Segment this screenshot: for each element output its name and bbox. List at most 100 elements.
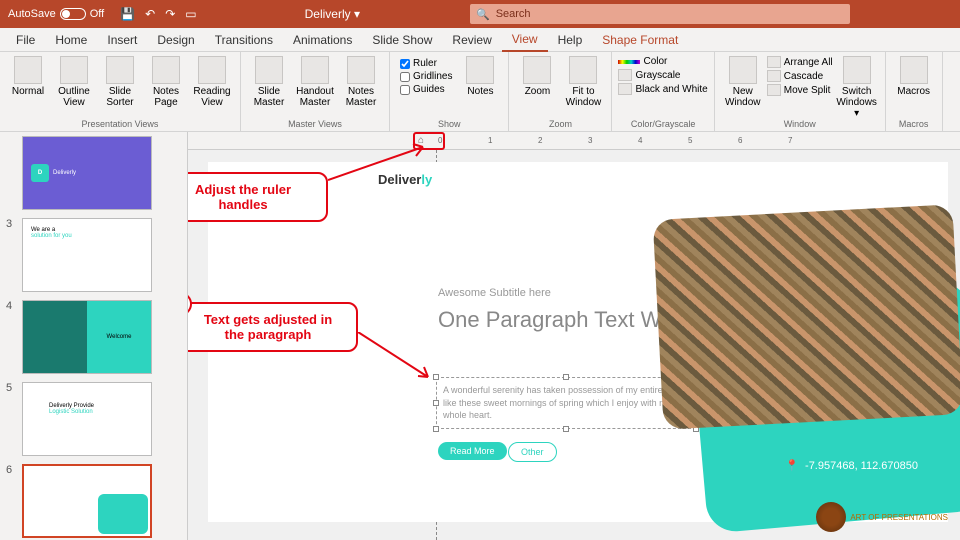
slide-sorter-button[interactable]: Slide Sorter [98,56,142,108]
tab-insert[interactable]: Insert [97,29,147,51]
handout-icon [301,56,329,84]
color-icon [618,60,640,64]
tab-slideshow[interactable]: Slide Show [362,29,442,51]
slide-subtitle[interactable]: Awesome Subtitle here [438,287,551,299]
group-presentation-views: Normal Outline View Slide Sorter Notes P… [0,52,241,131]
tab-shape-format[interactable]: Shape Format [592,29,688,51]
thumb-2[interactable]: DDeliverly [6,136,164,210]
read-more-button[interactable]: Read More [438,442,507,460]
group-label: Color/Grayscale [631,119,696,129]
callout-2: 2 Text gets adjusted in the paragraph [188,302,358,352]
move-split-button[interactable]: Move Split [767,84,833,96]
thumb-6[interactable]: 6 [6,464,164,538]
search-placeholder: Search [496,8,531,20]
group-label: Window [784,119,816,129]
undo-icon[interactable]: ↶ [145,7,155,21]
textbox-body: A wonderful serenity has taken possessio… [443,385,684,420]
reading-view-button[interactable]: Reading View [190,56,234,108]
handout-master-button[interactable]: Handout Master [293,56,337,108]
arrange-all-button[interactable]: Arrange All [767,56,833,68]
tab-review[interactable]: Review [442,29,501,51]
redo-icon[interactable]: ↷ [165,7,175,21]
horizontal-ruler[interactable]: 0 1 2 3 4 5 6 7 ⌂ [188,132,960,150]
cascade-icon [767,70,781,82]
watermark-icon [816,502,846,532]
fit-icon [569,56,597,84]
quick-access-toolbar: 💾 ↶ ↷ ▭ [112,7,204,21]
gridlines-checkbox[interactable]: Gridlines [400,71,452,82]
start-icon[interactable]: ▭ [185,7,196,21]
group-label: Zoom [549,119,572,129]
vertical-ruler[interactable] [170,132,188,540]
tab-view[interactable]: View [502,28,548,52]
tab-file[interactable]: File [6,29,45,51]
color-button[interactable]: Color [618,56,707,67]
notes-icon [466,56,494,84]
canvas-area: 0 1 2 3 4 5 6 7 ⌂ Deliverly Awesome Subt… [188,132,960,540]
notes-button[interactable]: Notes [458,56,502,97]
slide-thumbnail-panel[interactable]: DDeliverly 3 We are asolution for you 4 … [0,132,170,540]
callout-1: 1 Adjust the ruler handles [188,172,328,222]
autosave-label: AutoSave [8,8,56,20]
thumb-3[interactable]: 3 We are asolution for you [6,218,164,292]
movesplit-icon [767,84,781,96]
ruler-checkbox[interactable]: Ruler [400,58,452,69]
sorter-icon [106,56,134,84]
switch-windows-button[interactable]: Switch Windows ▾ [835,56,879,119]
resize-handle[interactable] [563,374,569,380]
outline-view-button[interactable]: Outline View [52,56,96,108]
group-show: Ruler Gridlines Guides Notes Show [390,52,509,131]
notes-page-button[interactable]: Notes Page [144,56,188,108]
resize-handle[interactable] [433,400,439,406]
zoom-button[interactable]: Zoom [515,56,559,97]
autosave-state: Off [90,8,104,20]
save-icon[interactable]: 💾 [120,7,135,21]
guides-checkbox[interactable]: Guides [400,84,452,95]
normal-button[interactable]: Normal [6,56,50,97]
document-title[interactable]: Deliverly ▾ [305,7,360,21]
other-button[interactable]: Other [508,442,557,462]
group-label: Master Views [288,119,342,129]
grayscale-button[interactable]: Grayscale [618,69,707,81]
outline-icon [60,56,88,84]
workspace: DDeliverly 3 We are asolution for you 4 … [0,132,960,540]
tab-transitions[interactable]: Transitions [205,29,283,51]
notes-page-icon [152,56,180,84]
tab-design[interactable]: Design [147,29,204,51]
thumb-4[interactable]: 4 Welcome [6,300,164,374]
container-image[interactable] [653,204,960,429]
group-color: Color Grayscale Black and White Color/Gr… [612,52,714,131]
switch-icon [843,56,871,84]
watermark: ART OF PRESENTATIONS [816,502,948,532]
resize-handle[interactable] [563,426,569,432]
group-label: Presentation Views [82,119,159,129]
zoom-icon [523,56,551,84]
thumb-5[interactable]: 5 Deliverly ProvideLogistic Solution [6,382,164,456]
resize-handle[interactable] [433,426,439,432]
selected-textbox[interactable]: A wonderful serenity has taken possessio… [436,377,696,429]
group-zoom: Zoom Fit to Window Zoom [509,52,612,131]
slide-master-button[interactable]: Slide Master [247,56,291,108]
search-box[interactable]: 🔍 Search [470,4,850,24]
new-window-button[interactable]: New Window [721,56,765,108]
grayscale-icon [618,69,632,81]
group-window: New Window Arrange All Cascade Move Spli… [715,52,886,131]
notes-master-icon [347,56,375,84]
cascade-button[interactable]: Cascade [767,70,833,82]
tab-animations[interactable]: Animations [283,29,362,51]
autosave-toggle[interactable]: AutoSave Off [0,8,112,20]
macros-icon [900,56,928,84]
macros-button[interactable]: Macros [892,56,936,97]
arrow-1 [328,142,438,182]
location-icon: 📍 [785,459,799,472]
bw-button[interactable]: Black and White [618,83,707,95]
notes-master-button[interactable]: Notes Master [339,56,383,108]
tab-help[interactable]: Help [548,29,593,51]
search-icon: 🔍 [476,8,490,21]
menu-bar: File Home Insert Design Transitions Anim… [0,28,960,52]
normal-icon [14,56,42,84]
coordinates-label: 📍 -7.957468, 112.670850 [785,459,918,472]
tab-home[interactable]: Home [45,29,97,51]
fit-window-button[interactable]: Fit to Window [561,56,605,108]
callout-badge: 2 [188,292,192,316]
